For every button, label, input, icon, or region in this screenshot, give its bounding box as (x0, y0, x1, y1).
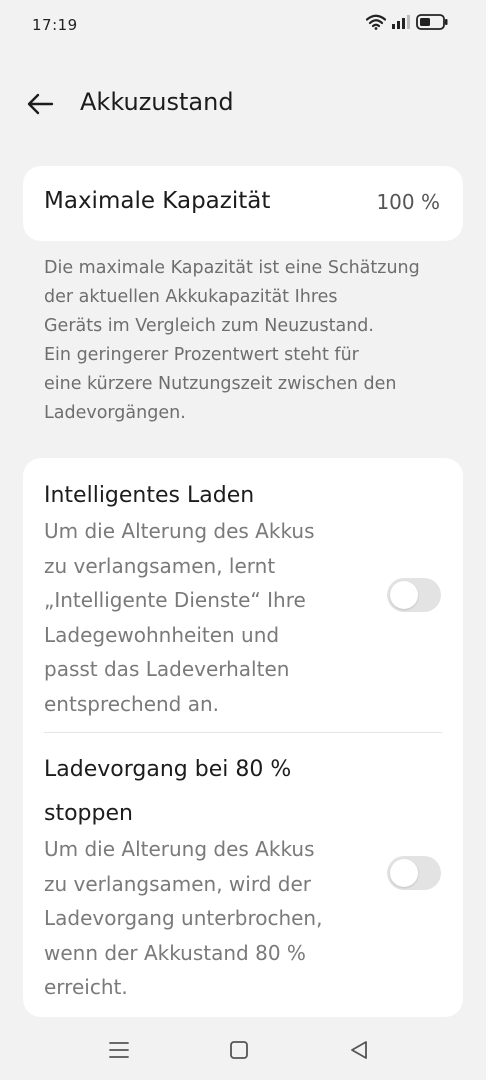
setting-desc-line: entsprechend an. (44, 691, 220, 716)
divider (44, 732, 442, 733)
smart-charging-toggle[interactable] (387, 578, 441, 612)
setting-desc-line: Um die Alterung des Akkus (44, 837, 315, 861)
signal-icon (392, 15, 410, 29)
capacity-description: Die maximale Kapazität ist eine Schätzun… (44, 254, 446, 428)
description-line: Geräts im Vergleich zum Neuzustand. (44, 316, 374, 336)
setting-title-line: Intelligentes Laden (44, 483, 255, 508)
setting-desc-line: Ladevorgang unterbrochen, (44, 906, 323, 930)
setting-desc-line: zu verlangsamen, lernt (44, 553, 276, 578)
description-line: eine kürzere Nutzungszeit zwischen den (44, 374, 397, 394)
setting-description: Um die Alterung des Akkus zu verlangsame… (44, 514, 364, 721)
setting-title-line: Ladevorgang bei 80 % (44, 757, 292, 782)
arrow-left-icon (26, 93, 54, 119)
battery-icon (416, 14, 448, 30)
header: Akkuzustand (0, 80, 486, 132)
max-capacity-value: 100 % (376, 190, 440, 214)
nav-menu-button[interactable] (99, 1037, 139, 1067)
toggle-knob (390, 581, 418, 609)
setting-title: Intelligentes Laden (44, 474, 364, 518)
nav-home-button[interactable] (219, 1037, 259, 1067)
charging-settings-card: Intelligentes Laden Um die Alterung des … (23, 458, 463, 1017)
setting-desc-line: wenn der Akkustand 80 % (44, 940, 306, 965)
status-icons (366, 14, 448, 30)
setting-description: Um die Alterung des Akkus zu verlangsame… (44, 832, 364, 1005)
description-line: der aktuellen Akkukapazität Ihres (44, 287, 338, 307)
page-title: Akkuzustand (80, 88, 234, 116)
setting-desc-line: zu verlangsamen, wird der (44, 871, 311, 896)
description-line: Ein geringerer Prozentwert steht für (44, 345, 359, 365)
max-capacity-card: Maximale Kapazität 100 % (23, 166, 463, 241)
setting-stop-at-80: Ladevorgang bei 80 % stoppen Um die Alte… (44, 748, 442, 1005)
setting-title-line: stoppen (44, 801, 133, 826)
triangle-back-icon (349, 1040, 369, 1064)
setting-desc-line: „Intelligente Dienste“ Ihre (44, 588, 306, 612)
status-bar: 17:19 (0, 0, 486, 52)
navigation-bar (0, 1020, 486, 1080)
back-button[interactable] (24, 90, 56, 122)
stop-at-80-toggle[interactable] (387, 856, 441, 890)
nav-back-button[interactable] (339, 1037, 379, 1067)
menu-icon (109, 1041, 129, 1063)
description-line: Ladevorgängen. (44, 403, 186, 423)
setting-desc-line: Um die Alterung des Akkus (44, 519, 315, 543)
setting-desc-line: erreicht. (44, 975, 128, 999)
toggle-knob (390, 859, 418, 887)
setting-desc-line: passt das Ladeverhalten (44, 657, 290, 681)
setting-title: Ladevorgang bei 80 % stoppen (44, 748, 364, 836)
setting-desc-line: Ladegewohnheiten und (44, 622, 280, 647)
status-time: 17:19 (32, 16, 78, 34)
wifi-icon (366, 14, 386, 30)
square-icon (229, 1040, 249, 1064)
description-line: Die maximale Kapazität ist eine Schätzun… (44, 258, 420, 278)
setting-smart-charging: Intelligentes Laden Um die Alterung des … (44, 474, 442, 721)
max-capacity-label: Maximale Kapazität (44, 188, 271, 214)
